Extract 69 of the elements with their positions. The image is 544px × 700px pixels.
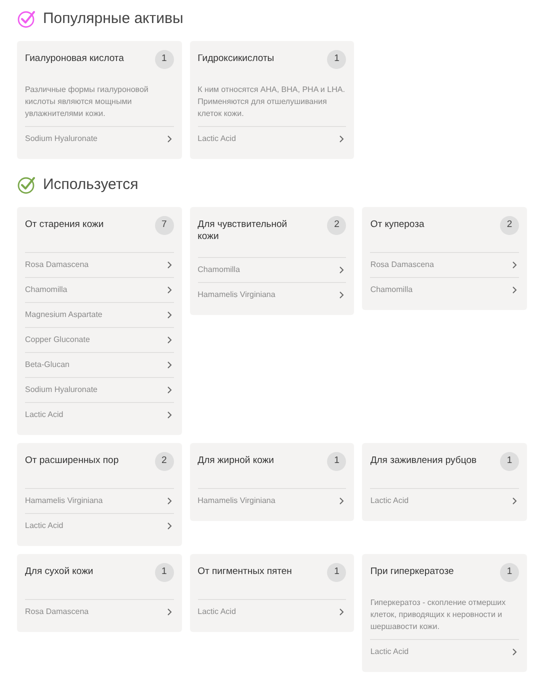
chevron-right-icon xyxy=(166,336,172,344)
card-title: Для чувствительной кожи xyxy=(198,218,288,243)
card-description: Гиперкератоз - скопление отмерших клеток, приводящих к неровности и шершавости кожи. xyxy=(370,597,507,633)
ingredient-link[interactable]: Chamomilla xyxy=(198,257,346,282)
count-badge: 2 xyxy=(154,452,174,471)
chevron-right-icon xyxy=(512,497,517,505)
count-badge: 1 xyxy=(327,50,346,69)
count-badge: 1 xyxy=(500,563,519,582)
card-title: При гиперкератозе xyxy=(370,565,454,578)
chevron-right-icon xyxy=(166,497,172,505)
card-title: Для жирной кожи xyxy=(198,454,274,467)
ingredient-link[interactable]: Lactic Acid xyxy=(198,126,346,151)
chevron-right-icon xyxy=(512,286,517,294)
ingredient-link[interactable]: Hamamelis Virginiana xyxy=(25,488,174,513)
card-title: Для сухой кожи xyxy=(25,565,94,578)
chevron-right-icon xyxy=(339,266,344,274)
chevron-right-icon xyxy=(166,135,172,143)
chevron-right-icon xyxy=(512,261,517,269)
card-title: От пигментных пятен xyxy=(198,565,292,578)
card-title: Для заживления рубцов xyxy=(370,454,477,467)
count-badge: 1 xyxy=(154,563,174,582)
ingredient-link[interactable]: Lactic Acid xyxy=(25,402,174,427)
card-title: От старения кожи xyxy=(25,218,104,231)
count-badge: 1 xyxy=(327,452,346,471)
chevron-right-icon xyxy=(166,411,172,419)
ingredient-link[interactable]: Hamamelis Virginiana xyxy=(198,488,346,513)
count-badge: 1 xyxy=(327,563,346,582)
ingredient-link[interactable]: Sodium Hyaluronate xyxy=(25,126,174,151)
chevron-right-icon xyxy=(166,386,172,394)
chevron-right-icon xyxy=(166,311,172,319)
card-title: От купероза xyxy=(370,218,424,231)
chevron-right-icon xyxy=(339,608,344,616)
ingredient-link[interactable]: Sodium Hyaluronate xyxy=(25,377,174,402)
chevron-right-icon xyxy=(512,648,517,656)
ingredient-link[interactable]: Chamomilla xyxy=(370,277,519,302)
ingredient-link[interactable]: Lactic Acid xyxy=(370,488,519,513)
chevron-right-icon xyxy=(166,286,172,294)
check-circle-icon xyxy=(17,10,35,28)
check-circle-icon xyxy=(17,176,35,194)
chevron-right-icon xyxy=(166,261,172,269)
ingredient-link[interactable]: Lactic Acid xyxy=(198,599,346,624)
card-description: Различные формы гиалуроновой кислоты являются мощными увлажнителями кожи. xyxy=(25,84,150,120)
chevron-right-icon xyxy=(339,291,344,299)
chevron-right-icon xyxy=(166,361,172,369)
section-title: Используется xyxy=(43,174,138,195)
ingredient-link[interactable]: Rosa Damascena xyxy=(370,252,519,277)
ingredient-link[interactable]: Magnesium Aspartate xyxy=(25,302,174,327)
ingredient-link[interactable]: Hamamelis Virginiana xyxy=(198,282,346,307)
ingredient-link[interactable]: Lactic Acid xyxy=(370,639,519,664)
card-title: Гидроксикислоты xyxy=(198,52,274,65)
ingredient-link[interactable]: Beta-Glucan xyxy=(25,352,174,377)
count-badge: 1 xyxy=(154,50,174,69)
count-badge: 2 xyxy=(327,216,346,235)
chevron-right-icon xyxy=(339,497,344,505)
chevron-right-icon xyxy=(339,135,344,143)
ingredient-link[interactable]: Rosa Damascena xyxy=(25,599,174,624)
card-description: К ним относятся AHA, BHA, PHA и LHA. Применяются для отшелушивания клеток кожи. xyxy=(198,84,346,120)
card-title: Гиалуроновая кислота xyxy=(25,52,124,65)
ingredient-link[interactable]: Rosa Damascena xyxy=(25,252,174,277)
chevron-right-icon xyxy=(166,608,172,616)
count-badge: 1 xyxy=(500,452,519,471)
card-title: От расширенных пор xyxy=(25,454,119,467)
ingredient-link[interactable]: Copper Gluconate xyxy=(25,327,174,352)
ingredient-link[interactable]: Chamomilla xyxy=(25,277,174,302)
count-badge: 7 xyxy=(154,216,174,235)
ingredient-link[interactable]: Lactic Acid xyxy=(25,513,174,538)
chevron-right-icon xyxy=(166,522,172,530)
section-title: Популярные активы xyxy=(43,8,184,29)
count-badge: 2 xyxy=(500,216,519,235)
